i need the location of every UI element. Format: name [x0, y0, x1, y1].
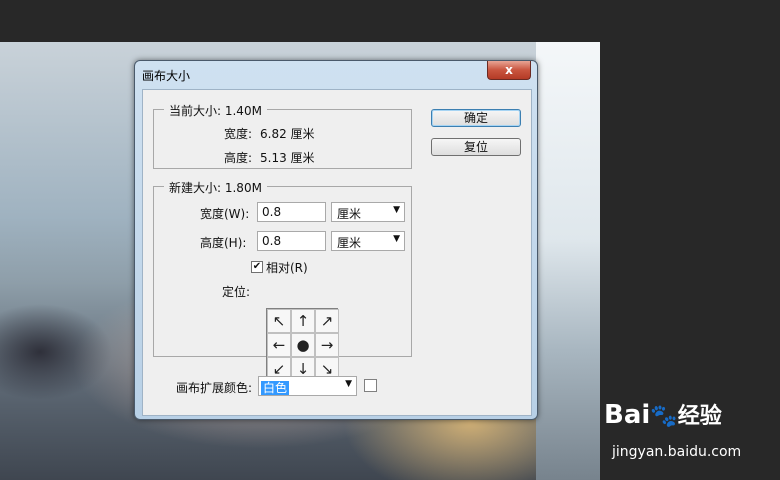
canvas-ext-color-select[interactable]: 白色 ▼ [258, 376, 357, 396]
dialog-client: 当前大小: 1.40M 宽度: 6.82 厘米 高度: 5.13 厘米 新建大小… [142, 89, 532, 416]
width-unit-select[interactable]: 厘米 ▼ [331, 202, 405, 222]
current-size-group: 当前大小: 1.40M 宽度: 6.82 厘米 高度: 5.13 厘米 [153, 102, 412, 169]
reset-button[interactable]: 复位 [431, 138, 521, 156]
watermark-url: jingyan.baidu.com [612, 444, 742, 460]
canvas-ext-color-label: 画布扩展颜色: [176, 381, 253, 395]
chevron-down-icon: ▼ [393, 234, 400, 244]
height-unit-value: 厘米 [337, 236, 362, 250]
chevron-down-icon: ▼ [393, 205, 400, 215]
anchor-top[interactable]: ↑ [291, 309, 315, 333]
relative-label[interactable]: 相对(R) [266, 259, 308, 276]
width-input[interactable]: 0.8 [257, 202, 326, 222]
watermark-brand2-text: 经验 [677, 404, 722, 429]
watermark-brand: Bai🐾经验 [604, 398, 722, 430]
current-height-label: 高度: [224, 151, 253, 165]
anchor-top-right[interactable]: ↗ [315, 309, 339, 333]
canvas-size-dialog: 画布大小 x 当前大小: 1.40M 宽度: 6.82 厘米 高度: 5.13 … [134, 60, 538, 420]
anchor-right[interactable]: → [315, 333, 339, 357]
anchor-grid: ↖ ↑ ↗ ← ● → ↙ ↓ ↘ [266, 308, 339, 381]
anchor-top-left[interactable]: ↖ [267, 309, 291, 333]
height-input[interactable]: 0.8 [257, 231, 326, 251]
canvas-ext-color-swatch[interactable] [364, 379, 377, 392]
current-size-title: 当前大小: 1.40M [164, 102, 267, 119]
ok-button[interactable]: 确定 [431, 109, 521, 127]
canvas-photo-edge [536, 42, 600, 480]
new-size-title: 新建大小: 1.80M [164, 179, 267, 196]
anchor-label: 定位: [222, 285, 251, 299]
current-width-value: 6.82 厘米 [260, 127, 315, 141]
new-height-label: 高度(H): [200, 236, 247, 250]
canvas-ext-color-value: 白色 [261, 381, 290, 395]
dialog-titlebar[interactable]: 画布大小 x [135, 61, 537, 89]
anchor-center[interactable]: ● [291, 333, 315, 357]
close-button[interactable]: x [487, 61, 531, 80]
anchor-left[interactable]: ← [267, 333, 291, 357]
relative-checkbox[interactable]: ✔ [251, 261, 263, 273]
width-unit-value: 厘米 [337, 207, 362, 221]
new-width-label: 宽度(W): [200, 207, 250, 221]
chevron-down-icon: ▼ [345, 379, 352, 389]
watermark-brand-text: Bai [604, 400, 651, 430]
current-height-value: 5.13 厘米 [260, 151, 315, 165]
height-unit-select[interactable]: 厘米 ▼ [331, 231, 405, 251]
dialog-title: 画布大小 [142, 69, 191, 83]
paw-icon: 🐾 [650, 404, 678, 429]
current-width-label: 宽度: [224, 127, 253, 141]
